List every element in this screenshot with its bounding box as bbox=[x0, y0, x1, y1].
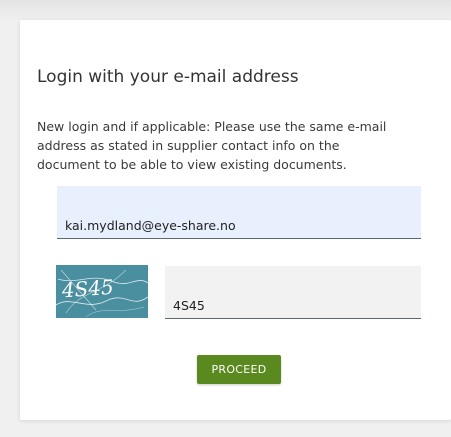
proceed-button[interactable]: PROCEED bbox=[197, 355, 281, 384]
email-field[interactable] bbox=[57, 186, 421, 239]
top-shadow bbox=[0, 0, 451, 22]
captcha-image: 4S45 bbox=[56, 265, 148, 318]
captcha-input[interactable] bbox=[165, 266, 421, 319]
login-instructions: New login and if applicable: Please use … bbox=[37, 119, 387, 172]
page-title: Login with your e-mail address bbox=[37, 67, 299, 87]
captcha-text: 4S45 bbox=[60, 275, 114, 303]
